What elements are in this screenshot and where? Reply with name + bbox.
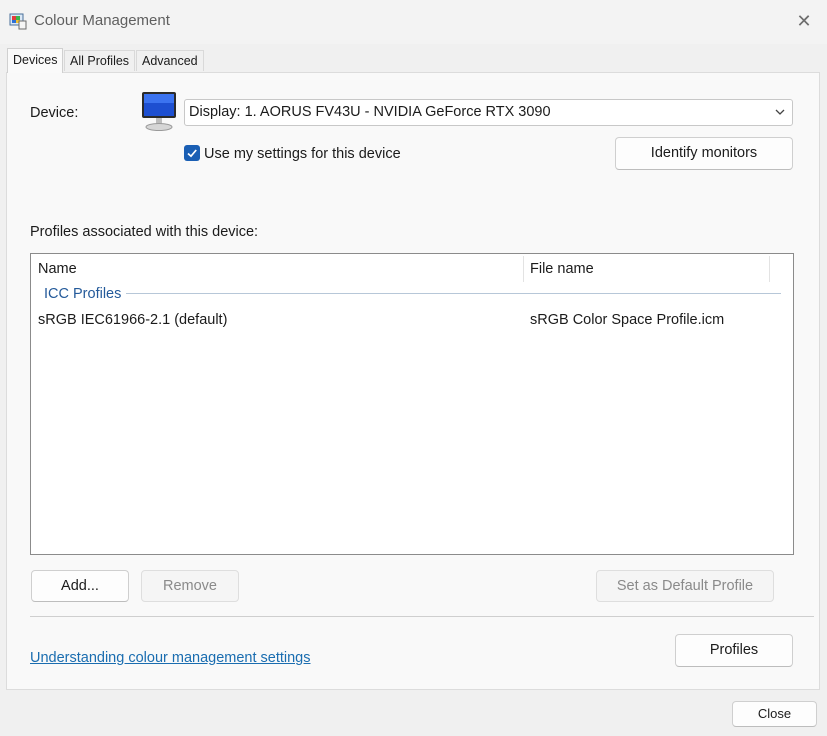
column-separator[interactable] (769, 256, 770, 282)
tab-advanced[interactable]: Advanced (136, 50, 204, 71)
use-my-settings-label[interactable]: Use my settings for this device (204, 146, 401, 162)
column-separator[interactable] (523, 256, 524, 282)
chevron-down-icon (774, 100, 786, 125)
set-default-profile-button[interactable]: Set as Default Profile (596, 570, 774, 602)
device-select-value: Display: 1. AORUS FV43U - NVIDIA GeForce… (189, 104, 551, 120)
column-header-name[interactable]: Name (38, 261, 77, 277)
close-button[interactable]: Close (732, 701, 817, 727)
profile-row-name[interactable]: sRGB IEC61966-2.1 (default) (38, 312, 227, 328)
remove-button[interactable]: Remove (141, 570, 239, 602)
group-header-icc-profiles: ICC Profiles (44, 286, 122, 302)
group-divider (126, 293, 781, 294)
device-label: Device: (30, 105, 79, 121)
window-title: Colour Management (34, 12, 170, 29)
add-button[interactable]: Add... (31, 570, 129, 602)
profile-row-file[interactable]: sRGB Color Space Profile.icm (530, 312, 724, 328)
dialog-footer (0, 690, 827, 736)
colour-management-app-icon (9, 12, 27, 30)
identify-monitors-button[interactable]: Identify monitors (615, 137, 793, 170)
profiles-list[interactable] (30, 253, 794, 555)
profiles-button[interactable]: Profiles (675, 634, 793, 667)
device-select[interactable]: Display: 1. AORUS FV43U - NVIDIA GeForce… (184, 99, 793, 126)
tab-devices[interactable]: Devices (7, 48, 64, 73)
checkmark-icon (187, 149, 197, 158)
profiles-section-label: Profiles associated with this device: (30, 224, 259, 240)
use-my-settings-checkbox[interactable] (184, 145, 200, 161)
divider (30, 616, 814, 617)
tab-all-profiles[interactable]: All Profiles (64, 50, 136, 71)
column-header-file-name[interactable]: File name (530, 261, 594, 277)
monitor-icon (139, 90, 179, 132)
help-link[interactable]: Understanding colour management settings (30, 650, 311, 666)
close-icon[interactable]: ✕ (794, 11, 814, 31)
